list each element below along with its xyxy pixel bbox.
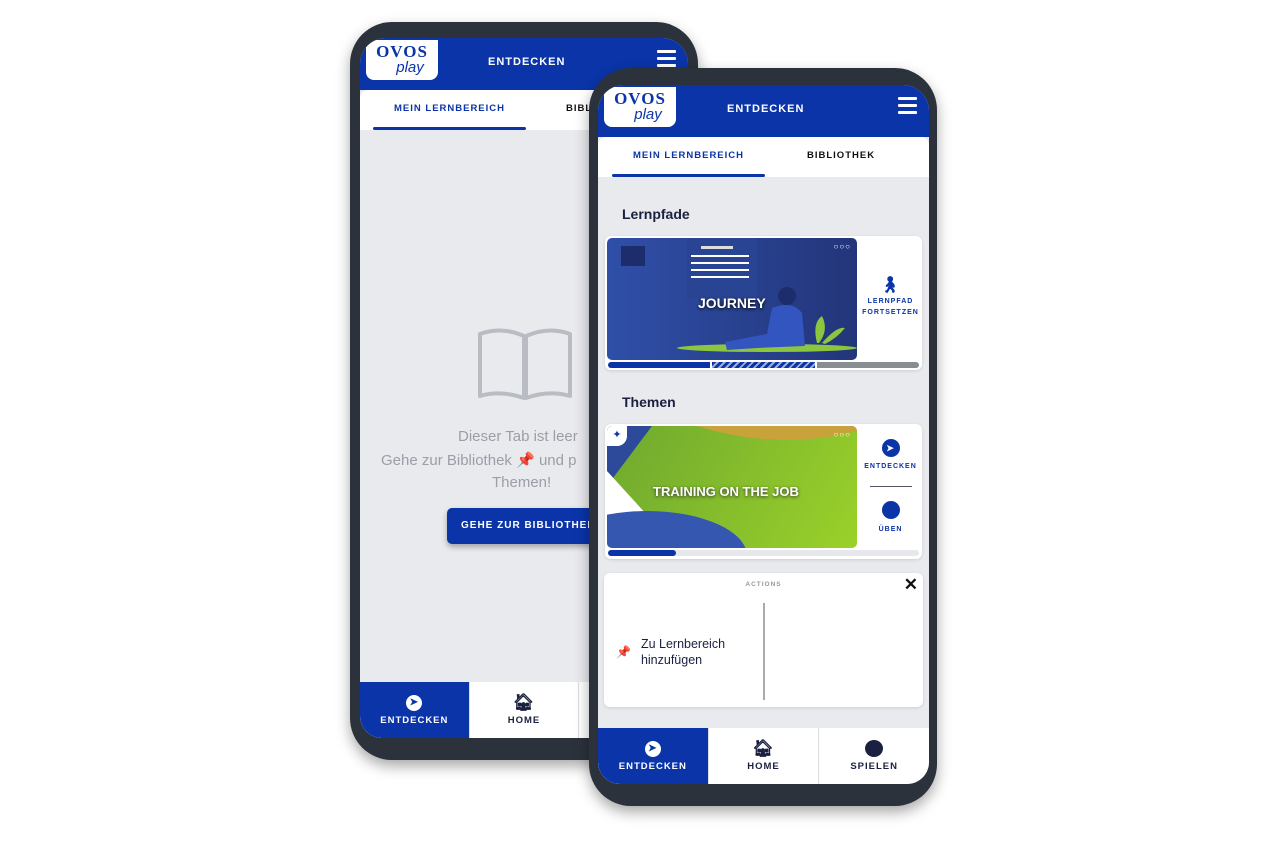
pin-icon: 📌 [516,452,535,469]
tab-mein-lernbereich[interactable]: MEIN LERNBEREICH [633,150,744,161]
brain-icon [865,740,884,757]
continue-path-button[interactable]: 🚶︎ LERNPFAD FORTSETZEN [859,276,922,318]
vertical-divider [763,603,765,700]
tab-bar: MEIN LERNBEREICH BIBLIOTHEK [598,137,929,177]
pin-icon: 📌 [616,645,631,659]
journey-title: JOURNEY [698,295,766,311]
header-title: ENTDECKEN [727,103,805,115]
home-icon: 🏠︎ [752,739,775,758]
compass-icon: ➤ [881,439,900,457]
active-tab-indicator [373,127,526,130]
compass-icon: ➤ [406,694,423,711]
section-themen: Themen [622,394,676,410]
home-icon: 🏠︎ [512,693,536,712]
front-phone: OVOS play ENTDECKEN MEIN LERNBEREICH BIBL… [589,68,937,806]
empty-line-1: Dieser Tab ist leer [458,428,578,445]
bottom-nav: ➤ ENTDECKEN 🏠︎ HOME SPIELEN [598,728,929,784]
nav-entdecken[interactable]: ➤ ENTDECKEN [360,682,469,738]
discover-button[interactable]: ➤ ENTDECKEN [859,439,922,472]
nav-spielen[interactable]: SPIELEN [818,728,929,784]
journey-image[interactable]: ○○○ JOURNEY [607,238,857,360]
topic-card[interactable]: ✦ ○○○ TRAINING ON THE JOB ➤ ENTDECKEN ÜBE… [605,424,922,559]
nav-home[interactable]: 🏠︎ HOME [707,728,819,784]
compass-icon: ➤ [644,740,661,757]
tab-mein-lernbereich[interactable]: MEIN LERNBEREICH [394,103,505,114]
actions-panel: ACTIONS ✕ 📌 Zu Lernbereich hinzufügen [604,573,923,707]
app-header: OVOS play ENTDECKEN [598,85,929,137]
ovos-logo[interactable]: OVOS play [366,40,438,80]
close-icon[interactable]: ✕ [904,575,918,595]
add-to-learning-area-button[interactable]: 📌 Zu Lernbereich hinzufügen [616,636,741,668]
empty-line-2: Gehe zur Bibliothek 📌 und p [381,452,577,469]
front-screen: OVOS play ENTDECKEN MEIN LERNBEREICH BIBL… [598,85,929,784]
open-book-icon [478,328,572,400]
section-lernpfade: Lernpfade [622,206,690,222]
hamburger-menu-icon[interactable] [898,97,917,118]
active-tab-indicator [612,174,765,177]
nav-home[interactable]: 🏠︎ HOME [468,682,579,738]
more-options-icon[interactable]: ○○○ [834,242,852,251]
topic-progress [608,550,919,556]
ovos-logo[interactable]: OVOS play [604,87,676,127]
hiker-icon: 🚶︎ [879,277,902,294]
topic-title: TRAINING ON THE JOB [653,484,799,499]
topic-image[interactable]: ✦ ○○○ TRAINING ON THE JOB [607,426,857,548]
header-title: ENTDECKEN [488,56,566,68]
nav-entdecken[interactable]: ➤ ENTDECKEN [598,728,708,784]
practice-button[interactable]: ÜBEN [859,501,922,535]
divider [870,486,912,487]
brain-icon [881,501,900,519]
sparkle-icon: ✦ [607,426,627,446]
more-options-icon[interactable]: ○○○ [834,430,852,439]
actions-title: ACTIONS [745,581,782,588]
tab-bibliothek[interactable]: BIBLIOTHEK [807,150,875,161]
journey-card[interactable]: ○○○ JOURNEY 🚶︎ LERNPFAD FORTSETZEN [605,236,922,370]
empty-line-3: Themen! [492,474,552,491]
journey-progress [608,362,919,368]
